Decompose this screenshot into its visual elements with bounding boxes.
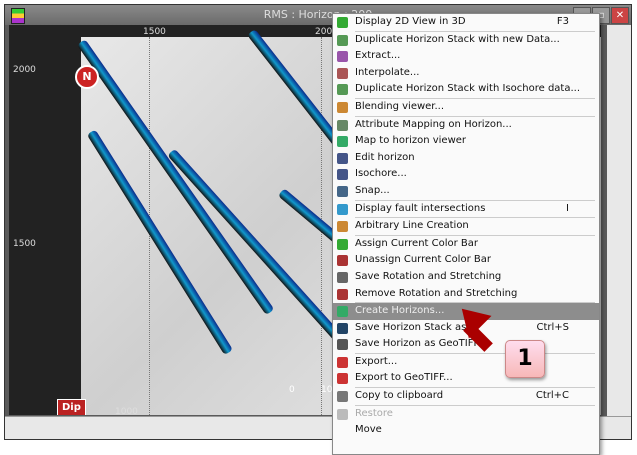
menu-item-snap[interactable]: Snap... — [333, 183, 599, 200]
fault-icon — [337, 203, 348, 215]
step-callout: 1 — [505, 340, 545, 378]
snap-icon — [337, 185, 348, 197]
menu-item-interpolate[interactable]: Interpolate... — [333, 65, 599, 82]
create-horizons-icon — [337, 306, 348, 318]
menu-item-label: Extract... — [355, 50, 401, 62]
menu-item-label: Remove Rotation and Stretching — [355, 287, 518, 299]
menu-item-copy-to-clipboard[interactable]: Copy to clipboard Ctrl+C — [333, 388, 599, 405]
vertical-scrollbar[interactable] — [607, 25, 631, 417]
scale-label: 0 — [289, 385, 295, 395]
menu-item-label: Blending viewer... — [355, 100, 445, 112]
dip-button[interactable]: Dip — [57, 399, 86, 415]
menu-item-label: Assign Current Color Bar — [355, 237, 479, 249]
edit-icon — [337, 152, 348, 164]
menu-item-label: Copy to clipboard — [355, 390, 444, 402]
extract-icon — [337, 51, 348, 63]
rotation-remove-icon — [337, 288, 348, 300]
menu-item-label: Restore — [355, 407, 393, 419]
x-tick: 1000 — [115, 407, 138, 415]
menu-shortcut: Ctrl+C — [535, 390, 569, 402]
north-arrow-icon: N — [75, 65, 99, 89]
duplicate-icon — [337, 34, 348, 46]
interpolate-icon — [337, 67, 348, 79]
menu-item-remove-rotation-and-stretching[interactable]: Remove Rotation and Stretching — [333, 286, 599, 303]
menu-item-duplicate-horizon-stack-with-isochore-data[interactable]: Duplicate Horizon Stack with Isochore da… — [333, 81, 599, 98]
isochore-icon — [337, 169, 348, 181]
colorbar-off-icon — [337, 255, 348, 267]
export-icon — [337, 356, 348, 368]
menu-item-label: Save Horizon as GeoTIFF — [355, 338, 480, 350]
menu-item-label: Move — [355, 424, 382, 436]
menu-item-display-2d-view-in-3d[interactable]: Display 2D View in 3D F3 — [333, 14, 599, 31]
menu-item-duplicate-horizon-stack-with-new-data[interactable]: Duplicate Horizon Stack with new Data... — [333, 32, 599, 49]
menu-item-label: Display fault intersections — [355, 202, 486, 214]
menu-item-label: Snap... — [355, 184, 390, 196]
attribute-icon — [337, 119, 348, 131]
menu-item-label: Arbitrary Line Creation — [355, 220, 469, 232]
menu-item-export-to-geotiff[interactable]: Export to GeoTIFF... — [333, 370, 599, 387]
menu-shortcut: F3 — [556, 16, 569, 27]
menu-item-label: Duplicate Horizon Stack with Isochore da… — [355, 83, 581, 95]
context-menu: Display 2D View in 3D F3 Duplicate Horizon… — [332, 13, 600, 455]
menu-item-label: Map to horizon viewer — [355, 135, 467, 147]
menu-item-assign-current-color-bar[interactable]: Assign Current Color Bar — [333, 236, 599, 253]
menu-item-map-to-horizon-viewer[interactable]: Map to horizon viewer — [333, 133, 599, 150]
menu-item-save-horizon-as-geotiff[interactable]: Save Horizon as GeoTIFF — [333, 336, 599, 353]
line-icon — [337, 221, 348, 233]
save-icon — [337, 322, 348, 334]
save-geotiff-icon — [337, 339, 348, 351]
x-tick: 1500 — [143, 27, 166, 37]
menu-item-isochore[interactable]: Isochore... — [333, 166, 599, 183]
y-tick: 1500 — [13, 239, 36, 249]
menu-item-label: Interpolate... — [355, 66, 420, 78]
menu-item-label: Edit horizon — [355, 151, 415, 163]
map-icon — [337, 136, 348, 148]
menu-item-label: Export... — [355, 355, 398, 367]
menu-item-label: Display 2D View in 3D — [355, 16, 466, 27]
blending-icon — [337, 101, 348, 113]
menu-item-label: Duplicate Horizon Stack with new Data... — [355, 33, 560, 45]
duplicate-isochore-icon — [337, 84, 348, 96]
menu-item-label: Export to GeoTIFF... — [355, 372, 453, 384]
menu-item-save-rotation-and-stretching[interactable]: Save Rotation and Stretching — [333, 269, 599, 286]
menu-item-label: Unassign Current Color Bar — [355, 254, 491, 266]
menu-item-label: Save Rotation and Stretching — [355, 270, 502, 282]
menu-item-label: Attribute Mapping on Horizon... — [355, 118, 512, 130]
menu-item-move[interactable]: Move — [333, 422, 599, 439]
clipboard-icon — [337, 391, 348, 403]
menu-item-unassign-current-color-bar[interactable]: Unassign Current Color Bar — [333, 252, 599, 269]
menu-shortcut: Ctrl+S — [536, 321, 569, 333]
menu-item-attribute-mapping-on-horizon[interactable]: Attribute Mapping on Horizon... — [333, 117, 599, 134]
menu-item-label: Isochore... — [355, 168, 407, 180]
rotation-save-icon — [337, 271, 348, 283]
y-tick: 2000 — [13, 65, 36, 75]
menu-item-blending-viewer[interactable]: Blending viewer... — [333, 99, 599, 116]
menu-item-restore: Restore — [333, 406, 599, 423]
menu-item-label: Create Horizons... — [355, 305, 445, 317]
menu-item-export[interactable]: Export... — [333, 354, 599, 371]
3d-view-icon — [337, 17, 348, 28]
menu-item-edit-horizon[interactable]: Edit horizon — [333, 150, 599, 167]
menu-item-arbitrary-line-creation[interactable]: Arbitrary Line Creation — [333, 218, 599, 235]
menu-item-display-fault-intersections[interactable]: Display fault intersections I — [333, 201, 599, 218]
close-button[interactable]: ✕ — [611, 7, 629, 24]
restore-icon — [337, 408, 348, 420]
colorbar-icon — [337, 238, 348, 250]
export-geotiff-icon — [337, 373, 348, 385]
menu-shortcut: I — [566, 202, 569, 214]
menu-item-extract[interactable]: Extract... — [333, 48, 599, 65]
app-icon[interactable] — [11, 8, 25, 24]
